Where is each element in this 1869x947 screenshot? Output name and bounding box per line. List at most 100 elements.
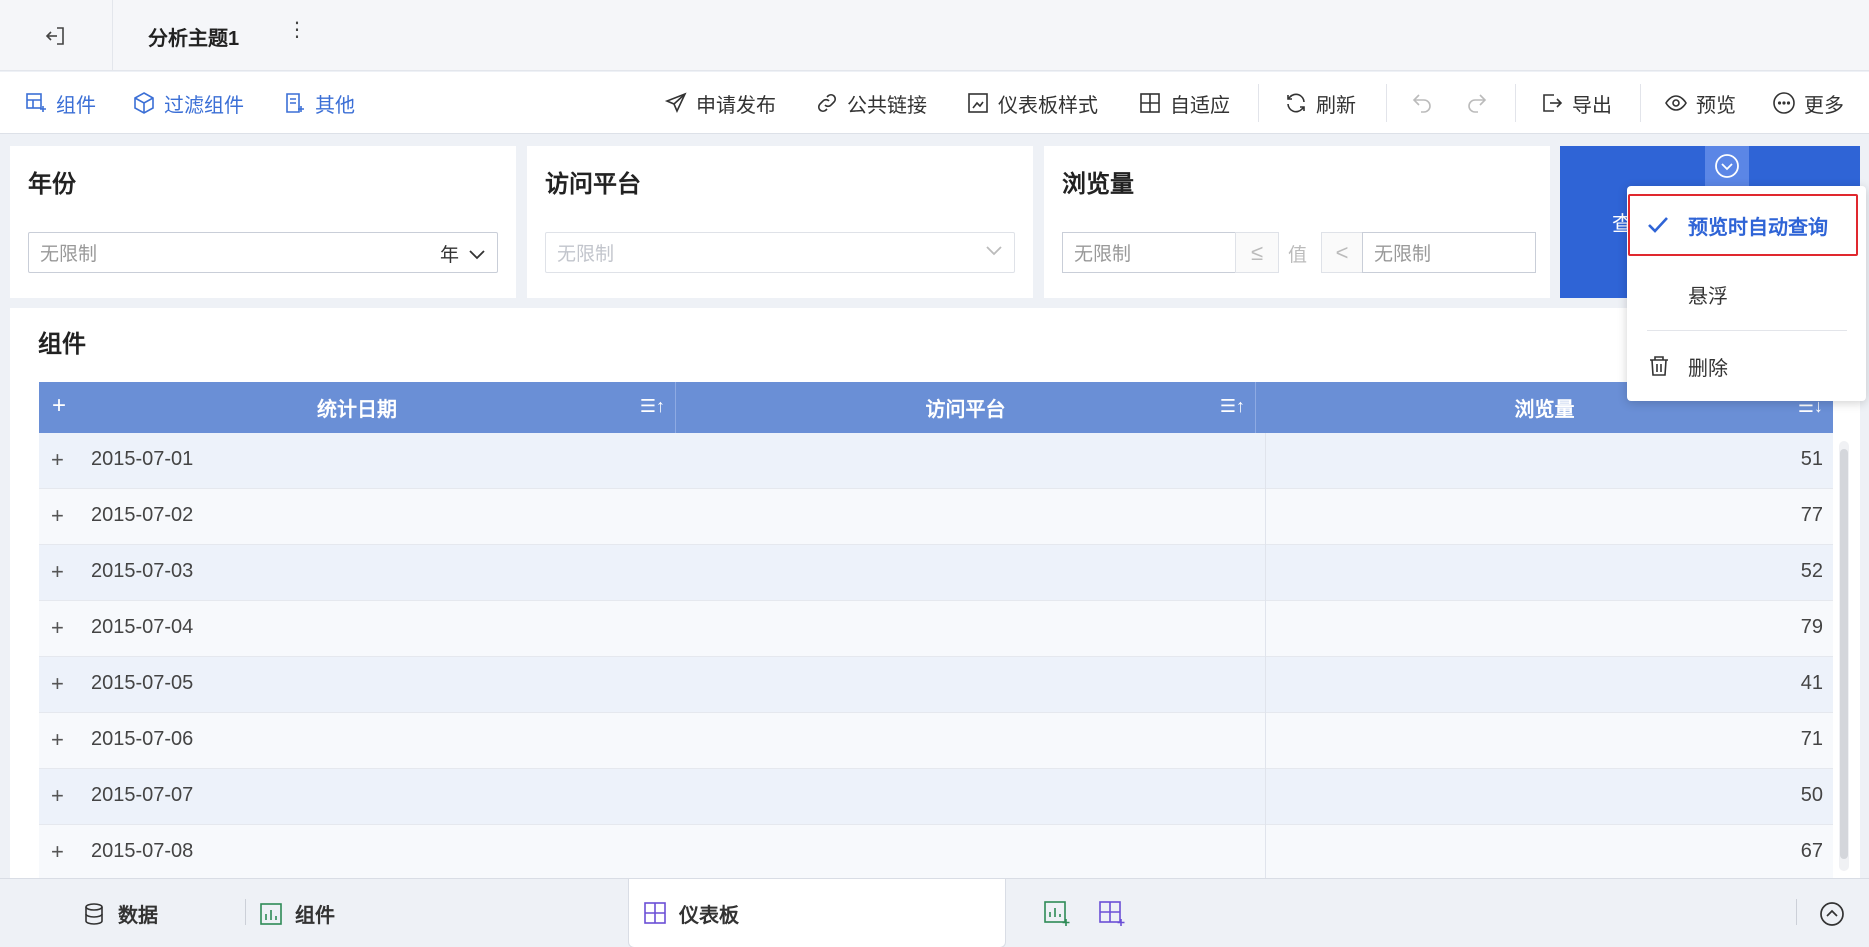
other-widget-icon [286,93,304,113]
sort-ascending-icon[interactable]: ☰↑ [1220,396,1245,417]
public-link-label: 公共链接 [847,94,927,117]
export-icon [1543,94,1563,112]
tab-divider [245,899,246,925]
table-header: + 统计日期 ☰↑ 访问平台 ☰↑ 浏览量 ☰↓ [39,382,1833,433]
link-icon [817,93,837,113]
tab-divider [1796,899,1797,925]
chevron-up-circle-icon [1820,901,1844,926]
preview-label: 预览 [1696,94,1736,117]
component-panel-title: 组件 [38,331,86,358]
menu-item-float[interactable]: 悬浮 [1627,264,1866,324]
table-row: +2015-07-02 77 [39,489,1833,545]
year-unit: 年 [439,245,459,266]
preview-button[interactable]: 预览 [1664,72,1736,134]
more-icon [1773,92,1795,114]
collapse-panel-button[interactable] [1819,879,1845,947]
check-icon [1648,217,1668,233]
column-header-label: 访问平台 [925,399,1006,421]
add-dashboard-tab-button[interactable] [1098,879,1126,947]
toolbar-divider [1386,84,1387,122]
menu-divider [1647,330,1847,331]
year-select-suffix: 年 [440,240,487,267]
column-header-platform[interactable]: 访问平台 ☰↑ [676,382,1256,433]
adaptive-button[interactable]: 自适应 [1138,72,1230,134]
views-min-placeholder: 无限制 [1074,244,1132,265]
row-expand-button[interactable]: + [51,671,64,697]
cell-views: 52 [1800,560,1823,582]
dashboard-style-button[interactable]: 仪表板样式 [966,72,1098,134]
add-other-button[interactable]: 其他 [283,72,355,134]
views-max-input[interactable]: 无限制 [1362,232,1536,273]
toolbar-divider [1515,84,1516,122]
menu-item-delete[interactable]: 删除 [1627,336,1866,396]
year-filter-title: 年份 [28,171,76,198]
row-expand-button[interactable]: + [51,839,64,865]
year-select[interactable]: 无限制 年 [28,232,498,273]
more-button[interactable]: 更多 [1772,72,1844,134]
adaptive-label: 自适应 [1170,94,1230,117]
cell-date: 2015-07-01 [91,448,194,470]
refresh-label: 刷新 [1316,94,1356,117]
cell-views: 67 [1800,840,1823,862]
tab-dashboard[interactable]: 仪表板 [628,879,1006,947]
bottom-tab-bar: 数据 组件 仪表板 [0,878,1869,947]
menu-item-auto-query[interactable]: 预览时自动查询 [1627,195,1866,255]
cell-date: 2015-07-04 [91,616,194,638]
cell-views: 50 [1800,784,1823,806]
add-component-button[interactable]: 组件 [24,72,96,134]
cell-date: 2015-07-08 [91,840,194,862]
publish-label: 申请发布 [696,94,776,117]
chevron-down-icon [469,249,485,259]
preview-icon [1665,95,1687,111]
row-expand-button[interactable]: + [51,503,64,529]
cell-views: 77 [1800,504,1823,526]
table-row: +2015-07-07 50 [39,769,1833,825]
redo-button[interactable] [1465,72,1489,134]
row-expand-button[interactable]: + [51,559,64,585]
title-more-button[interactable]: ⋮ [287,20,307,40]
database-icon [85,902,103,925]
publish-button[interactable]: 申请发布 [664,72,776,134]
row-expand-button[interactable]: + [51,615,64,641]
cell-views: 41 [1800,672,1823,694]
adaptive-icon [1140,93,1160,113]
export-button[interactable]: 导出 [1540,72,1612,134]
row-expand-button[interactable]: + [51,727,64,753]
public-link-button[interactable]: 公共链接 [815,72,927,134]
views-min-input[interactable]: 无限制 [1062,232,1236,273]
undo-button[interactable] [1410,72,1434,134]
tab-component[interactable]: 组件 [259,879,335,947]
views-max-operator[interactable]: < [1321,232,1363,273]
platform-select[interactable]: 无限制 [545,232,1015,273]
add-filter-component-button[interactable]: 过滤组件 [132,72,244,134]
table-row: +2015-07-06 71 [39,713,1833,769]
back-button[interactable] [0,0,113,71]
table-scrollbar[interactable] [1839,441,1849,871]
menu-item-label: 删除 [1688,357,1728,380]
tab-data[interactable]: 数据 [82,879,158,947]
add-widget-icon [26,93,46,112]
platform-filter-card: 访问平台 无限制 [527,146,1033,298]
redo-icon [1468,94,1487,113]
add-component-tab-button[interactable] [1043,879,1071,947]
dashboard-style-label: 仪表板样式 [998,94,1098,117]
refresh-button[interactable]: 刷新 [1284,72,1356,134]
query-menu-toggle[interactable] [1705,146,1749,186]
title-bar: 分析主题1 ⋮ [0,0,1869,71]
more-label: 更多 [1804,94,1844,117]
sort-ascending-icon[interactable]: ☰↑ [640,396,665,417]
tab-dashboard-label: 仪表板 [679,904,739,927]
cell-date: 2015-07-03 [91,560,194,582]
scrollbar-thumb[interactable] [1840,449,1848,859]
row-expand-button[interactable]: + [51,447,64,473]
undo-icon [1412,94,1431,113]
table-body: +2015-07-01 51 +2015-07-02 77 +2015-07-03 5… [39,433,1833,878]
send-icon [664,92,687,113]
platform-select-placeholder: 无限制 [557,244,615,265]
dashboard-icon [644,902,666,924]
cell-views: 79 [1800,616,1823,638]
year-filter-card: 年份 无限制 年 [10,146,516,298]
row-expand-button[interactable]: + [51,783,64,809]
views-min-operator[interactable]: ≤ [1235,232,1279,273]
column-header-date[interactable]: 统计日期 ☰↑ [39,382,676,433]
